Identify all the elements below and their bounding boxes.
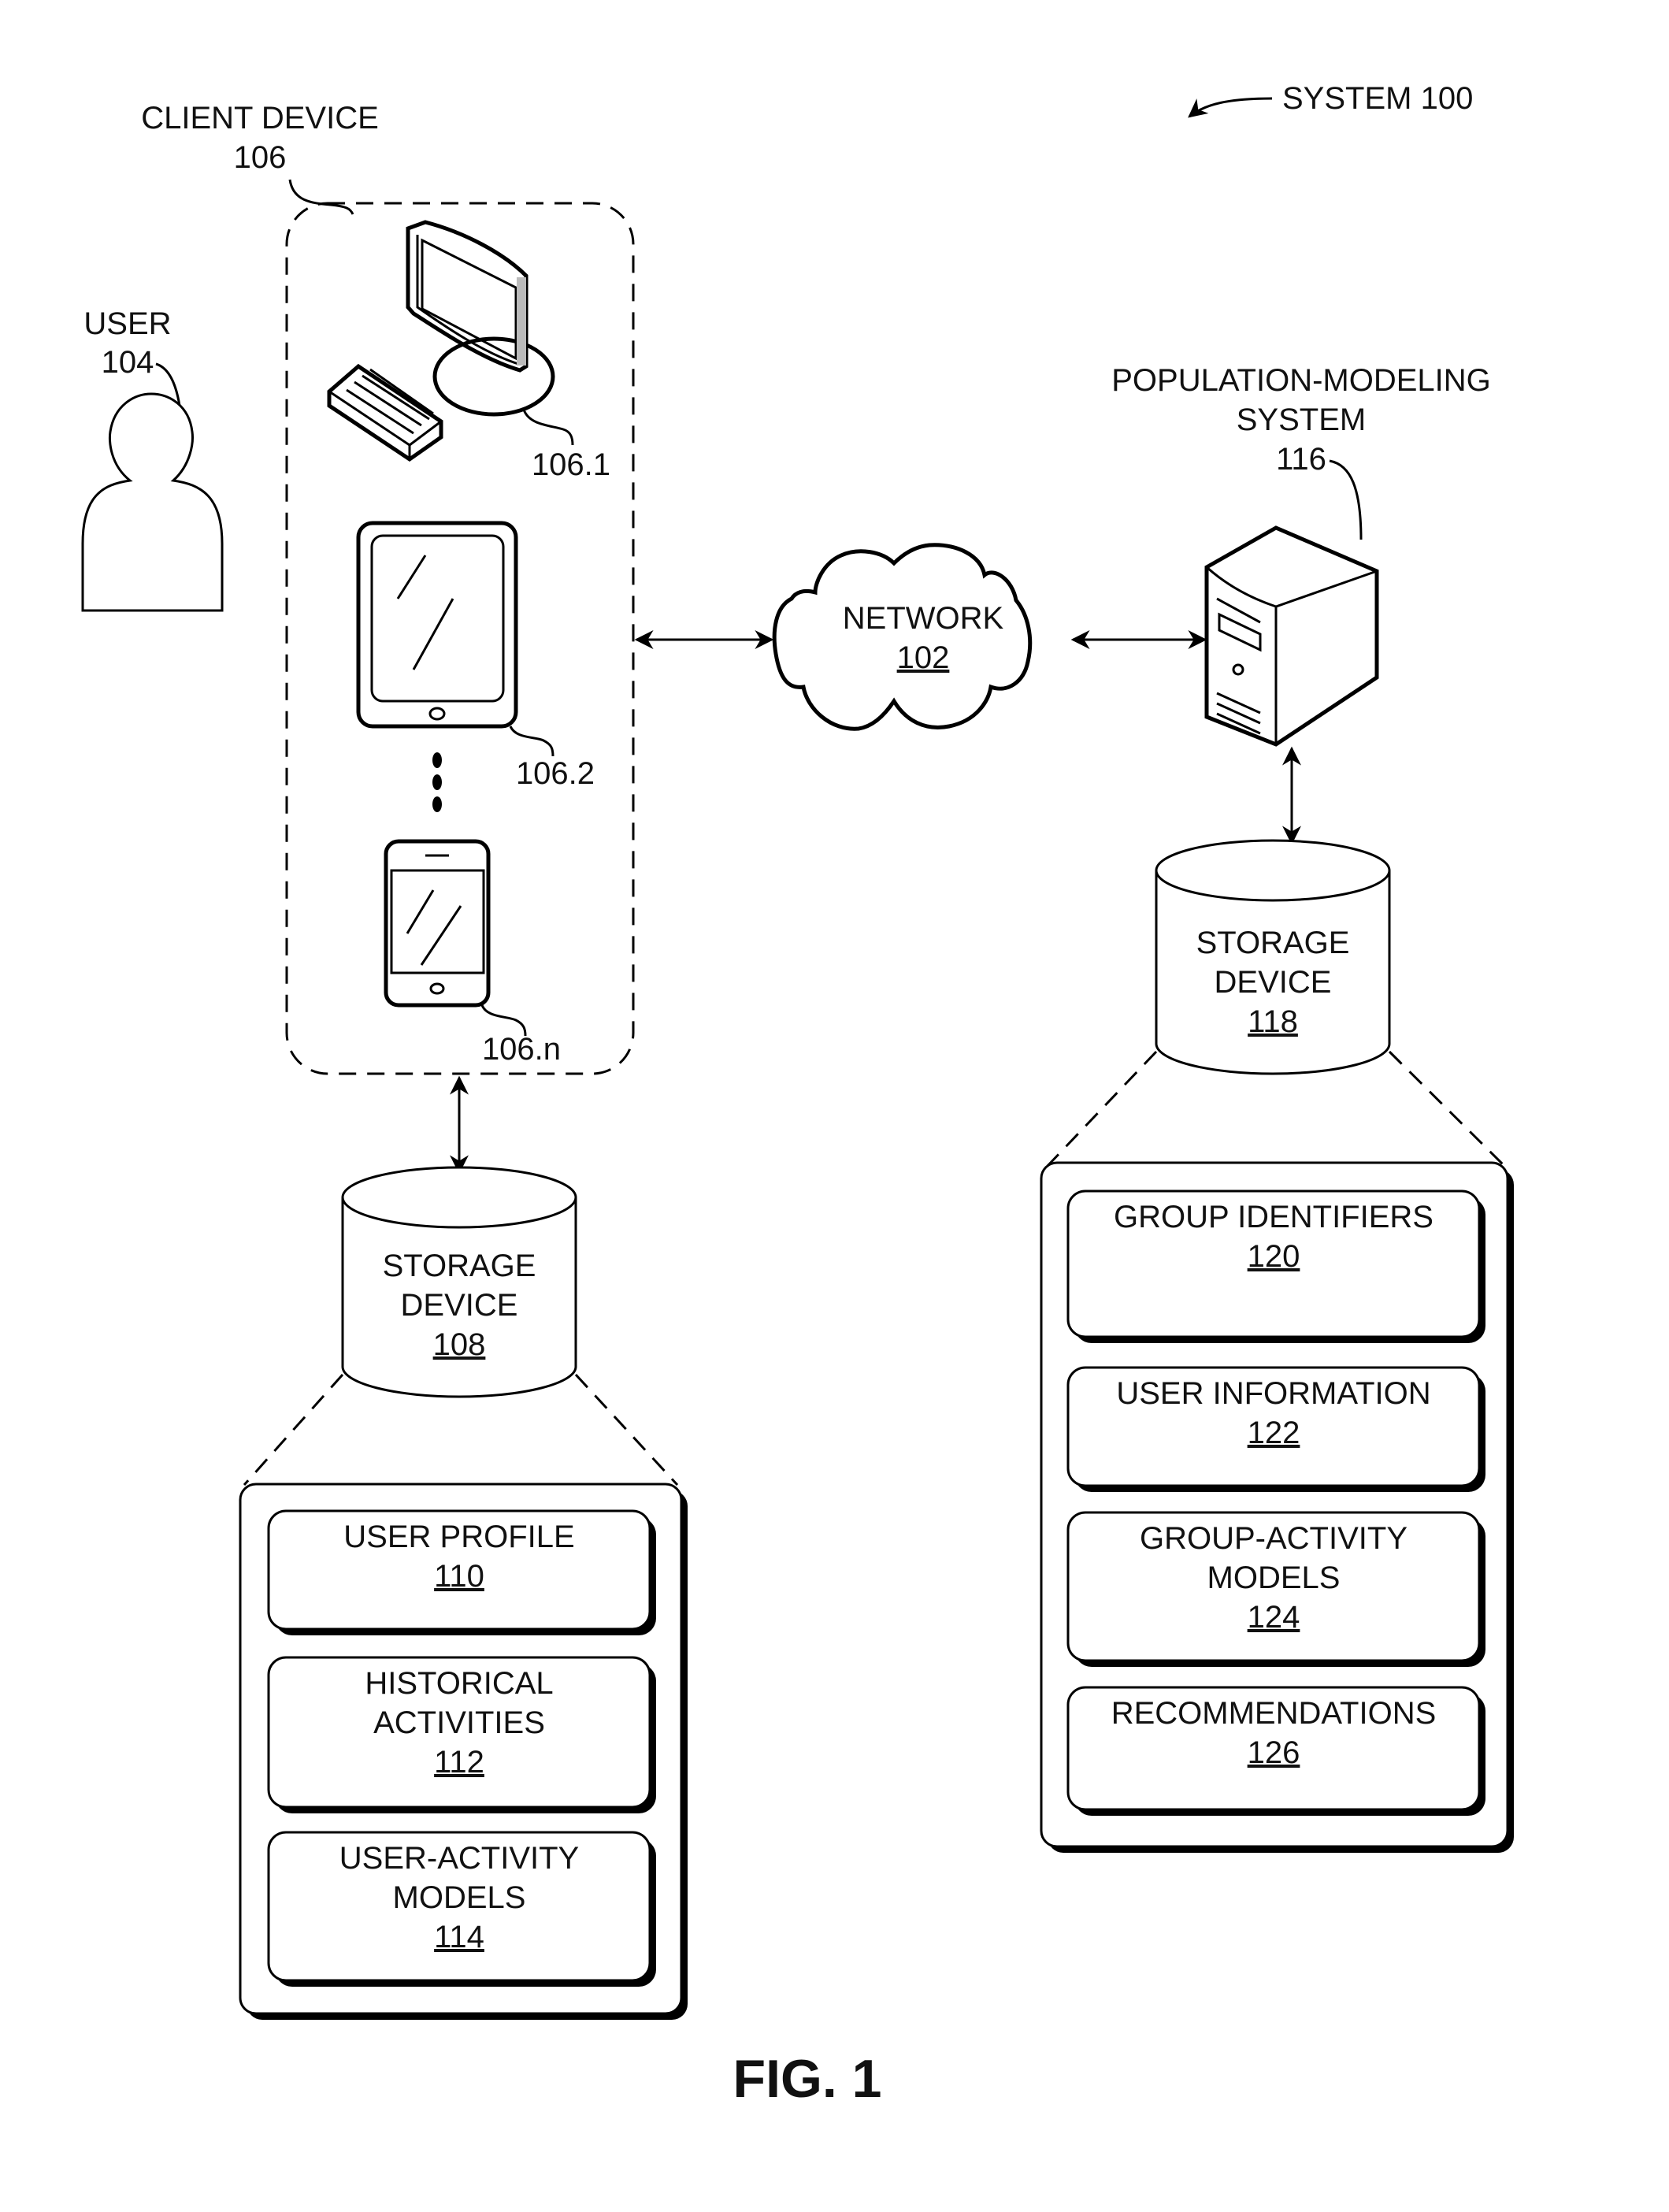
item-ref: 122 bbox=[1248, 1416, 1300, 1450]
item-ref: 120 bbox=[1248, 1239, 1300, 1274]
item-ref: 124 bbox=[1248, 1600, 1300, 1635]
item-label: MODELS bbox=[393, 1880, 526, 1915]
pms-ref: 116 bbox=[1276, 442, 1326, 477]
storage-108-label-line1: STORAGE bbox=[383, 1249, 536, 1283]
item-label: USER-ACTIVITY bbox=[339, 1841, 579, 1876]
server-icon bbox=[1204, 525, 1379, 747]
leader-106-2 bbox=[509, 726, 554, 757]
client-device-label: CLIENT DEVICE bbox=[141, 101, 379, 135]
item-label: HISTORICAL bbox=[365, 1666, 553, 1701]
storage-118-item-124: GROUP-ACTIVITY MODELS 124 bbox=[1066, 1511, 1485, 1667]
storage-118-item-122: USER INFORMATION 122 bbox=[1066, 1366, 1485, 1492]
system-pointer-arrow bbox=[1188, 97, 1273, 118]
smartphone-ref: 106.n bbox=[482, 1032, 561, 1067]
desktop-ref: 106.1 bbox=[532, 447, 610, 482]
item-ref: 126 bbox=[1248, 1735, 1300, 1770]
item-label: ACTIVITIES bbox=[373, 1705, 545, 1740]
storage-118-ref: 118 bbox=[1248, 1004, 1298, 1039]
item-label: RECOMMENDATIONS bbox=[1111, 1696, 1437, 1731]
network-cloud bbox=[772, 543, 1033, 731]
pms-leader bbox=[1329, 459, 1363, 540]
storage-108-item-114: USER-ACTIVITY MODELS 114 bbox=[267, 1831, 656, 1987]
user-ref: 104 bbox=[102, 345, 154, 380]
client-device-ref: 106 bbox=[234, 140, 287, 175]
tablet-ref: 106.2 bbox=[516, 756, 595, 791]
item-ref: 110 bbox=[434, 1559, 484, 1594]
storage-118-label-line1: STORAGE bbox=[1196, 926, 1350, 960]
pms-label-line2: SYSTEM bbox=[1237, 403, 1366, 437]
storage-118-item-120: GROUP IDENTIFIERS 120 bbox=[1066, 1190, 1485, 1343]
leader-106-1 bbox=[522, 409, 574, 446]
figure-caption: FIG. 1 bbox=[733, 2049, 882, 2109]
system-diagram: SYSTEM 100 CLIENT DEVICE 106 USER 104 10… bbox=[81, 81, 1514, 2109]
storage-118-label-line2: DEVICE bbox=[1215, 965, 1332, 1000]
storage-108-item-110: USER PROFILE 110 bbox=[267, 1509, 656, 1635]
client-device-leader bbox=[288, 179, 354, 215]
network-label: NETWORK bbox=[843, 601, 1004, 636]
item-label: MODELS bbox=[1207, 1561, 1341, 1595]
pms-label-line1: POPULATION-MODELING bbox=[1111, 363, 1491, 398]
storage-108-ref: 108 bbox=[433, 1327, 486, 1362]
storage-118-item-126: RECOMMENDATIONS 126 bbox=[1066, 1686, 1485, 1816]
system-label-group: SYSTEM 100 bbox=[1188, 81, 1473, 118]
item-label: USER INFORMATION bbox=[1116, 1376, 1430, 1411]
storage-108-label-line2: DEVICE bbox=[401, 1288, 518, 1323]
item-label: GROUP IDENTIFIERS bbox=[1114, 1200, 1433, 1234]
user-label: USER bbox=[83, 306, 171, 341]
more-devices-ellipsis bbox=[432, 752, 442, 812]
storage-108-item-112: HISTORICAL ACTIVITIES 112 bbox=[267, 1656, 656, 1813]
item-ref: 112 bbox=[434, 1745, 484, 1780]
user-person-icon bbox=[81, 392, 224, 612]
client-device-group bbox=[285, 202, 635, 1075]
network-ref: 102 bbox=[897, 640, 950, 675]
desktop-computer-icon bbox=[327, 220, 555, 462]
item-label: USER PROFILE bbox=[343, 1520, 574, 1554]
system-label: SYSTEM 100 bbox=[1282, 81, 1473, 116]
item-label: GROUP-ACTIVITY bbox=[1140, 1521, 1408, 1556]
smartphone-icon bbox=[384, 839, 491, 1008]
tablet-icon bbox=[356, 521, 518, 729]
item-ref: 114 bbox=[434, 1920, 484, 1954]
